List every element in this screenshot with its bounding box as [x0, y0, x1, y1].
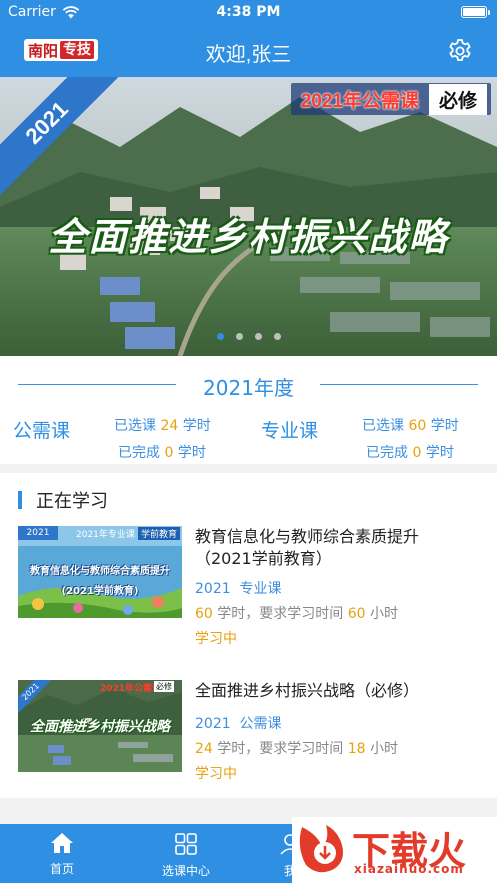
section-header: 正在学习 [18, 487, 108, 513]
course-thumbnail[interactable]: 2021 2021年公需课 必修 全面推进乡村振兴战略 [18, 680, 182, 772]
thumb-line1: 教育信息化与教师综合素质提升 [30, 566, 170, 577]
required-value: 18 [347, 741, 366, 757]
banner-slogan: 全面推进乡村振兴战略 [48, 214, 449, 259]
tab-label: 首页 [49, 862, 74, 876]
public-course-label[interactable]: 公需课 [13, 416, 70, 443]
stat-value: 60 [408, 418, 427, 434]
required-unit: 小时 [370, 606, 399, 622]
watermark-site: xiazaihuo.com [354, 862, 464, 876]
nav-bar: 南阳 专技 欢迎,张三 [0, 26, 497, 77]
stat-prefix: 已选课 [114, 418, 156, 434]
carousel-dot[interactable] [216, 333, 224, 340]
course-status: 学习中 [195, 631, 237, 647]
tab-course-center[interactable]: 选课中心 [136, 832, 236, 879]
course-type: 公需课 [239, 716, 282, 732]
status-time: 4:38 PM [216, 4, 281, 20]
course-year: 2021 [195, 581, 231, 597]
required-value: 60 [347, 606, 366, 622]
thumb-badge: 学前教育 [138, 527, 181, 540]
banner-carousel[interactable]: 2021 2021年公需课 必修 全面推进乡村振兴战略 [0, 77, 497, 356]
stat-unit: 学时 [425, 445, 454, 461]
course-thumbnail[interactable]: 2021 2021年专业课 学前教育 教育信息化与教师综合素质提升 (2021学… [18, 526, 182, 618]
stat-prefix: 已完成 [366, 445, 408, 461]
status-bar: Carrier 4:38 PM [0, 0, 497, 26]
course-hours: 60 学时，要求学习时间 60 小时 [195, 603, 398, 623]
year-title: 2021年度 [203, 376, 294, 400]
hours-text: 学时，要求学习时间 [217, 741, 344, 757]
carousel-dots [0, 333, 497, 340]
stat-unit: 学时 [177, 445, 206, 461]
carousel-dot[interactable] [254, 333, 262, 340]
public-selected: 已选课 24 学时 [114, 415, 211, 435]
page-title: 欢迎,张三 [205, 44, 292, 66]
course-hours: 24 学时，要求学习时间 18 小时 [195, 738, 398, 758]
course-title[interactable]: 教育信息化与教师综合素质提升（2021学前教育） [195, 526, 470, 570]
banner-tag-text: 2021年公需课 [300, 90, 419, 112]
course-year: 2021 [195, 716, 231, 732]
stat-prefix: 已选课 [362, 418, 404, 434]
gear-icon[interactable] [447, 38, 473, 64]
professional-course-label[interactable]: 专业课 [261, 416, 318, 443]
thumb-line1: 全面推进乡村振兴战略 [30, 719, 170, 735]
required-unit: 小时 [370, 741, 399, 757]
thumb-tag: 2021年专业课 [76, 530, 135, 540]
studying-section: 正在学习 2021 2021年专业课 学前教育 教育信息化与教师综合素质提升 (… [0, 473, 497, 798]
stat-value: 24 [160, 418, 179, 434]
course-title[interactable]: 全面推进乡村振兴战略（必修） [195, 680, 470, 702]
grid-icon [175, 833, 197, 855]
home-icon [51, 833, 73, 853]
course-meta: 2021 公需课 [195, 713, 282, 733]
professional-done: 已完成 0 学时 [366, 442, 454, 462]
stat-unit: 学时 [430, 418, 459, 434]
thumb-tag: 2021年公需课 [100, 684, 162, 694]
hours-text: 学时，要求学习时间 [217, 606, 344, 622]
stat-value: 0 [412, 445, 422, 461]
carousel-dot[interactable] [235, 333, 243, 340]
stat-prefix: 已完成 [118, 445, 160, 461]
course-meta: 2021 专业课 [195, 578, 282, 598]
public-done: 已完成 0 学时 [118, 442, 206, 462]
thumb-line2: (2021学前教育) [61, 586, 139, 597]
top-bar: Carrier 4:38 PM 南阳 专技 欢迎,张三 [0, 0, 497, 77]
carousel-dot[interactable] [273, 333, 281, 340]
course-type: 专业课 [239, 581, 282, 597]
hours-value: 24 [195, 741, 213, 757]
course-card[interactable]: 2021 2021年公需课 必修 全面推进乡村振兴战略 全面推进乡村振兴战略（必… [18, 680, 488, 800]
hours-value: 60 [195, 606, 213, 622]
battery-icon [461, 6, 490, 18]
tab-home[interactable]: 首页 [12, 832, 112, 877]
thumb-badge: 必修 [154, 681, 174, 692]
year-summary: 2021年度 公需课 已选课 24 学时 已完成 0 学时 专业课 已选课 60… [0, 356, 497, 464]
banner-tag-badge: 必修 [428, 83, 487, 115]
section-title: 正在学习 [36, 491, 108, 512]
course-card[interactable]: 2021 2021年专业课 学前教育 教育信息化与教师综合素质提升 (2021学… [18, 526, 488, 647]
banner-tag: 2021年公需课 必修 [290, 83, 491, 115]
professional-selected: 已选课 60 学时 [362, 415, 459, 435]
thumb-year: 2021 [18, 526, 58, 540]
stat-value: 0 [164, 445, 174, 461]
section-marker [18, 491, 22, 509]
tab-label: 选课中心 [161, 864, 210, 878]
course-status: 学习中 [195, 766, 237, 782]
stat-unit: 学时 [182, 418, 211, 434]
